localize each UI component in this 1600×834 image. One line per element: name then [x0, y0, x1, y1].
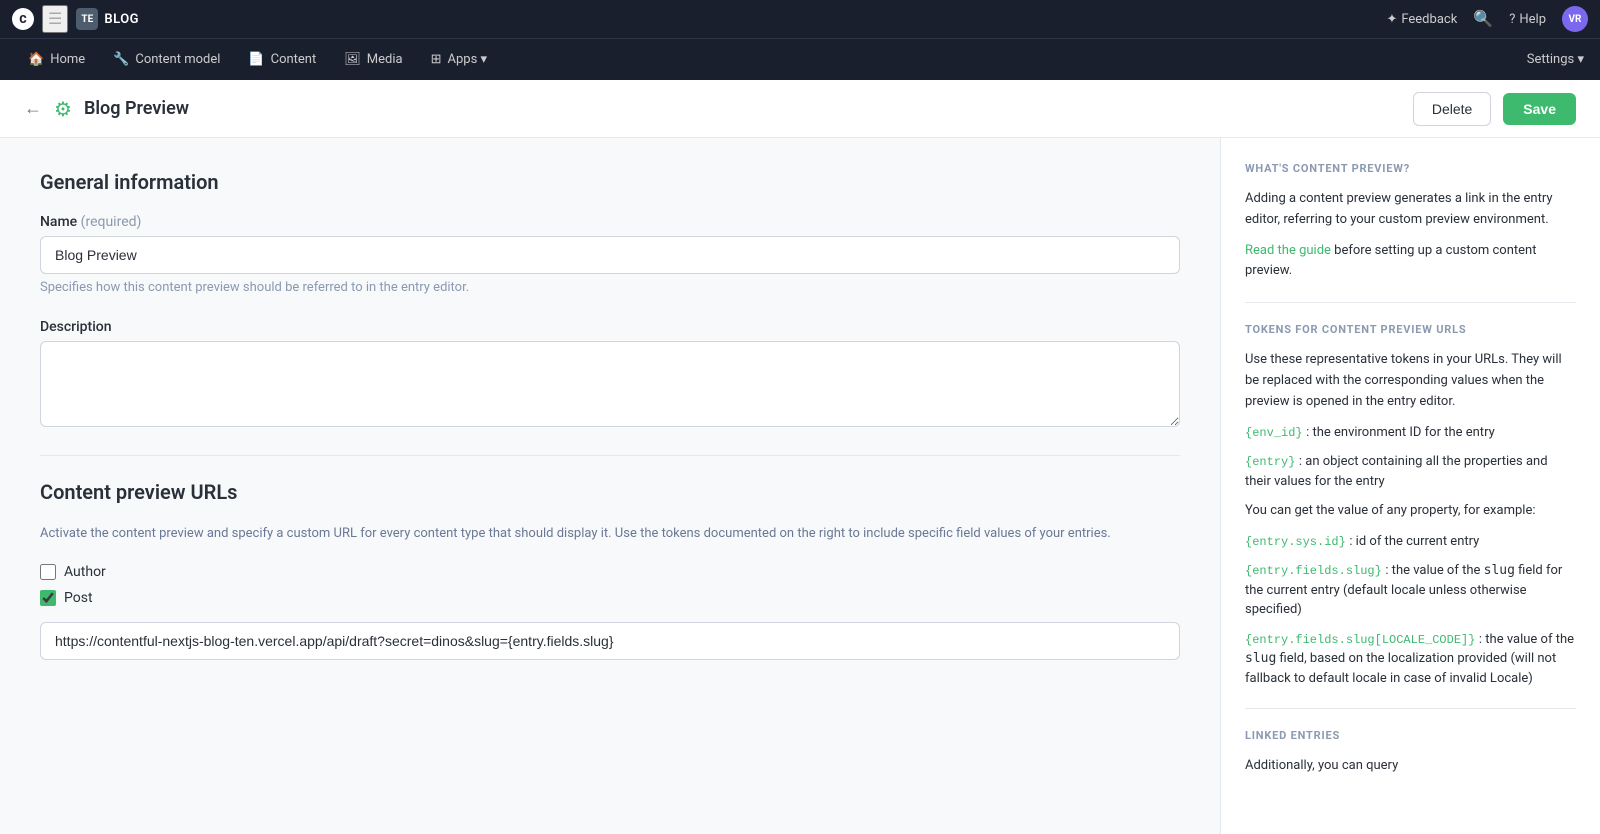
delete-button[interactable]: Delete	[1413, 92, 1491, 126]
space-badge: TE BLOG	[76, 8, 139, 30]
whats-preview-text1: Adding a content preview generates a lin…	[1245, 189, 1576, 231]
url-input[interactable]	[40, 622, 1180, 660]
page-header: ← ⚙ Blog Preview Delete Save	[0, 80, 1600, 138]
tokens-title: TOKENS FOR CONTENT PREVIEW URLS	[1245, 323, 1576, 336]
whats-preview-link-text: Read the guide before setting up a custo…	[1245, 241, 1576, 283]
topbar: C ☰ TE BLOG ✦ Feedback 🔍 ? Help VR	[0, 0, 1600, 38]
read-guide-link[interactable]: Read the guide	[1245, 243, 1331, 258]
name-required: (required)	[81, 214, 142, 230]
panel-divider-1	[1245, 302, 1576, 303]
media-icon: 🖼	[344, 52, 361, 67]
linked-entries-title: LINKED ENTRIES	[1245, 729, 1576, 742]
content-icon: 📄	[248, 52, 264, 67]
save-button[interactable]: Save	[1503, 93, 1576, 125]
post-checkbox[interactable]	[40, 590, 56, 606]
checkbox-author[interactable]: Author	[40, 564, 1180, 580]
feedback-button[interactable]: ✦ Feedback	[1386, 12, 1457, 27]
panel-divider-2	[1245, 708, 1576, 709]
sidebar-panel: WHAT'S CONTENT PREVIEW? Adding a content…	[1220, 138, 1600, 834]
description-group: Description	[40, 319, 1180, 431]
name-label: Name (required)	[40, 214, 1180, 230]
linked-entries-section: LINKED ENTRIES Additionally, you can que…	[1245, 729, 1576, 777]
nav-items: 🏠 Home 🔧 Content model 📄 Content 🖼 Media…	[16, 46, 1527, 73]
topbar-right: ✦ Feedback 🔍 ? Help VR	[1386, 6, 1588, 32]
urls-subtitle: Activate the content preview and specify…	[40, 524, 1180, 544]
page-icon: ⚙	[54, 97, 72, 121]
urls-title: Content preview URLs	[40, 480, 1180, 504]
token-entry-fields-slug: {entry.fields.slug} : the value of the s…	[1245, 561, 1576, 620]
nav-item-home[interactable]: 🏠 Home	[16, 46, 97, 73]
name-hint: Specifies how this content preview shoul…	[40, 280, 1180, 295]
description-textarea[interactable]	[40, 341, 1180, 427]
token-env-id: {env_id} : the environment ID for the en…	[1245, 423, 1576, 443]
apps-icon: ⊞	[431, 52, 442, 67]
search-button[interactable]: 🔍	[1473, 9, 1493, 29]
example-intro: You can get the value of any property, f…	[1245, 501, 1576, 522]
nav-item-media[interactable]: 🖼 Media	[332, 46, 414, 73]
nav-item-content-model[interactable]: 🔧 Content model	[101, 46, 232, 73]
space-name: BLOG	[104, 12, 139, 27]
token-entry-fields-slug-locale: {entry.fields.slug[LOCALE_CODE]} : the v…	[1245, 630, 1576, 689]
name-input[interactable]	[40, 236, 1180, 274]
logo: C	[12, 8, 34, 30]
main-layout: General information Name (required) Spec…	[0, 138, 1600, 834]
content-model-icon: 🔧	[113, 52, 129, 67]
navbar: 🏠 Home 🔧 Content model 📄 Content 🖼 Media…	[0, 38, 1600, 80]
content-area: General information Name (required) Spec…	[0, 138, 1220, 834]
name-group: Name (required) Specifies how this conte…	[40, 214, 1180, 295]
whats-preview-title: WHAT'S CONTENT PREVIEW?	[1245, 162, 1576, 175]
hamburger-button[interactable]: ☰	[42, 5, 68, 33]
author-checkbox[interactable]	[40, 564, 56, 580]
home-icon: 🏠	[28, 52, 44, 67]
general-info-title: General information	[40, 170, 1180, 194]
checkbox-group: Author Post	[40, 564, 1180, 606]
post-label: Post	[64, 590, 93, 606]
tokens-desc: Use these representative tokens in your …	[1245, 350, 1576, 412]
token-entry: {entry} : an object containing all the p…	[1245, 452, 1576, 491]
help-button[interactable]: ? Help	[1509, 12, 1546, 27]
help-icon: ?	[1509, 12, 1515, 27]
user-avatar[interactable]: VR	[1562, 6, 1588, 32]
section-divider	[40, 455, 1180, 456]
page-title: Blog Preview	[84, 98, 1401, 119]
tokens-section: TOKENS FOR CONTENT PREVIEW URLS Use thes…	[1245, 323, 1576, 688]
back-button[interactable]: ←	[24, 98, 42, 119]
space-avatar: TE	[76, 8, 98, 30]
feedback-star-icon: ✦	[1386, 12, 1397, 27]
checkbox-post[interactable]: Post	[40, 590, 1180, 606]
nav-item-apps[interactable]: ⊞ Apps ▾	[419, 46, 499, 73]
token-entry-sys-id: {entry.sys.id} : id of the current entry	[1245, 532, 1576, 552]
description-label: Description	[40, 319, 1180, 335]
whats-preview-section: WHAT'S CONTENT PREVIEW? Adding a content…	[1245, 162, 1576, 282]
settings-button[interactable]: Settings ▾	[1527, 52, 1584, 67]
author-label: Author	[64, 564, 106, 580]
linked-entries-text: Additionally, you can query	[1245, 756, 1576, 777]
nav-item-content[interactable]: 📄 Content	[236, 46, 328, 73]
